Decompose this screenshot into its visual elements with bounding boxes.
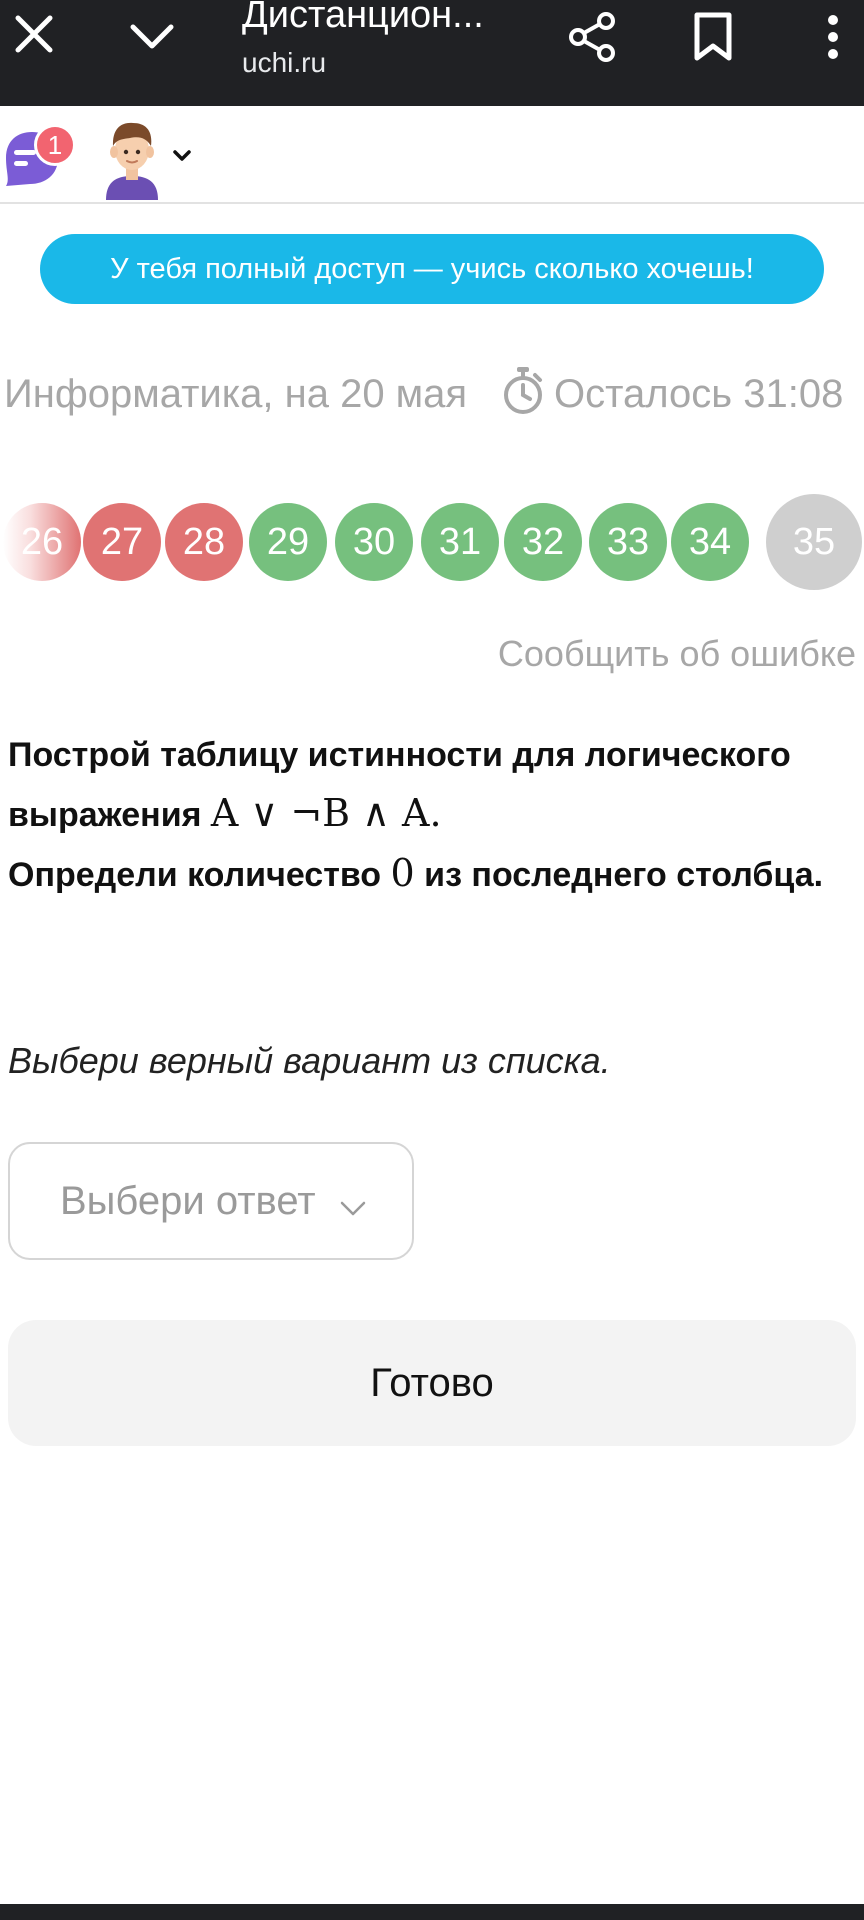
chevron-down-icon[interactable] (120, 6, 184, 66)
answer-select-placeholder: Выбери ответ (60, 1179, 316, 1223)
question-dot-28[interactable]: 28 (165, 503, 243, 581)
question-dot-33[interactable]: 33 (589, 503, 667, 581)
more-vert-icon[interactable] (808, 4, 858, 70)
page: Дистанцион... uchi.ru 1 У тебя полный до… (0, 0, 864, 1920)
question-text: Построй таблицу истинности для логическо… (8, 726, 828, 904)
chevron-down-icon[interactable] (170, 144, 194, 168)
question-part-3: из последнего столбца. (414, 856, 824, 894)
page-title: Дистанцион... (242, 0, 484, 36)
question-dot-32[interactable]: 32 (504, 503, 582, 581)
notification-badge: 1 (34, 124, 76, 166)
question-dot-31[interactable]: 31 (421, 503, 499, 581)
chevron-down-icon (340, 1200, 366, 1218)
browser-toolbar: Дистанцион... uchi.ru (0, 0, 864, 106)
site-header: 1 (0, 106, 864, 204)
system-nav-bar (0, 1904, 864, 1920)
question-dot-29[interactable]: 29 (249, 503, 327, 581)
question-part-2: Определи количество (8, 856, 391, 894)
time-remaining: Осталось 31:08 (554, 372, 844, 416)
bookmark-icon[interactable] (682, 4, 744, 70)
close-icon[interactable] (6, 4, 62, 64)
question-dot-35[interactable]: 35 (766, 494, 862, 590)
question-dot-26[interactable]: 26 (3, 503, 81, 581)
question-dot-30[interactable]: 30 (335, 503, 413, 581)
logic-formula: A ∨ ¬B ∧ A. (210, 791, 442, 835)
lesson-subject: Информатика, на 20 мая (4, 372, 468, 416)
stopwatch-icon (501, 366, 545, 416)
chat-button[interactable]: 1 (0, 114, 80, 194)
question-hint: Выбери верный вариант из списка. (8, 1040, 611, 1081)
report-error-link[interactable]: Сообщить об ошибке (498, 630, 856, 678)
zero-value: 0 (390, 851, 415, 895)
question-dot-34[interactable]: 34 (671, 503, 749, 581)
avatar-icon (106, 122, 158, 200)
share-icon[interactable] (560, 4, 626, 70)
page-url: uchi.ru (242, 47, 327, 78)
question-pager: 26 27 28 29 30 31 32 33 34 35 (0, 494, 864, 590)
access-banner[interactable]: У тебя полный доступ — учись сколько хоч… (40, 234, 824, 304)
answer-select[interactable]: Выбери ответ (8, 1142, 414, 1260)
done-button[interactable]: Готово (8, 1320, 856, 1446)
question-dot-27[interactable]: 27 (83, 503, 161, 581)
